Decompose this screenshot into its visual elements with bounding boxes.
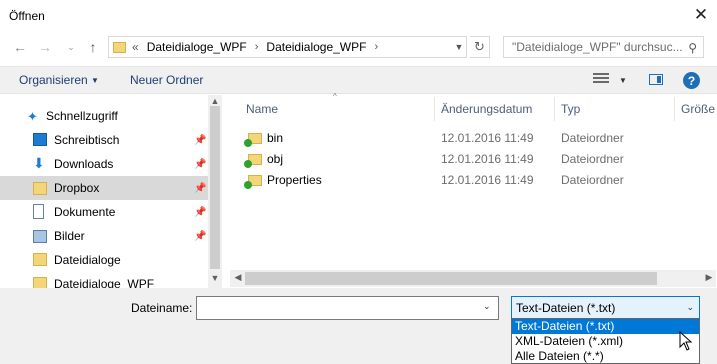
- file-row[interactable]: obj 12.01.2016 11:49 Dateiordner: [230, 149, 700, 170]
- organize-button[interactable]: Organisieren: [19, 73, 88, 87]
- dropbox-folder-icon: [33, 182, 47, 195]
- view-options-icon[interactable]: [593, 73, 609, 85]
- file-type-dropdown: Text-Dateien (*.txt) XML-Dateien (*.xml)…: [511, 318, 700, 364]
- scroll-down-icon[interactable]: ▼: [208, 273, 222, 283]
- scroll-up-icon[interactable]: ▲: [208, 96, 222, 106]
- file-type-option[interactable]: Text-Dateien (*.txt): [512, 319, 699, 334]
- column-header-size[interactable]: Größe: [681, 102, 715, 116]
- chevron-down-icon[interactable]: ▼: [619, 76, 627, 85]
- recent-locations-chevron-icon[interactable]: ⌄: [64, 38, 78, 56]
- file-name: obj: [267, 152, 284, 166]
- sidebar-item-dateidialoge[interactable]: Dateidialoge: [0, 248, 208, 272]
- sync-check-icon: [244, 181, 252, 189]
- breadcrumb-item[interactable]: Dateidialoge_WPF: [147, 40, 247, 54]
- sync-check-icon: [244, 139, 252, 147]
- search-input[interactable]: "Dateidialoge_WPF" durchsuc... ⚲: [503, 36, 704, 58]
- sidebar-item-label: Dateidialoge: [54, 253, 121, 267]
- pin-icon[interactable]: 📌: [194, 183, 206, 194]
- scroll-left-icon[interactable]: ◀: [231, 272, 245, 283]
- sidebar-item-downloads[interactable]: ⬇ Downloads 📌: [0, 152, 208, 176]
- sidebar-item-pictures[interactable]: Bilder 📌: [0, 224, 208, 248]
- file-date: 12.01.2016 11:49: [441, 152, 534, 166]
- folder-icon: [33, 253, 47, 266]
- chevron-down-icon[interactable]: ⌄: [686, 302, 694, 313]
- file-name: bin: [267, 131, 284, 145]
- desktop-icon: [33, 133, 47, 146]
- sidebar-item-label: Schreibtisch: [54, 133, 120, 147]
- horizontal-scroll-thumb[interactable]: [245, 272, 657, 285]
- sidebar-item-dateidialoge-wpf[interactable]: Dateidialoge_WPF: [0, 272, 208, 288]
- file-type-option[interactable]: Alle Dateien (*.*): [512, 349, 699, 364]
- breadcrumb-item[interactable]: Dateidialoge_WPF: [266, 40, 366, 54]
- sidebar-item-documents[interactable]: Dokumente 📌: [0, 200, 208, 224]
- column-divider[interactable]: [554, 97, 555, 121]
- sidebar-item-label: Dateidialoge_WPF: [54, 277, 155, 288]
- title-bar: [0, 0, 717, 31]
- new-folder-button[interactable]: Neuer Ordner: [130, 73, 203, 87]
- sidebar-item-quick-access[interactable]: ✦ Schnellzugriff: [0, 104, 208, 128]
- filename-label: Dateiname:: [131, 301, 193, 315]
- file-type-select[interactable]: Text-Dateien (*.txt) ⌄: [511, 296, 700, 319]
- command-bar: [0, 66, 717, 94]
- sidebar-scroll-thumb[interactable]: [210, 106, 220, 269]
- folder-icon: [33, 277, 47, 288]
- column-divider[interactable]: [674, 97, 675, 121]
- sidebar-item-label: Downloads: [54, 157, 114, 171]
- file-type: Dateiordner: [561, 131, 624, 145]
- sidebar-item-desktop[interactable]: Schreibtisch 📌: [0, 128, 208, 152]
- chevron-right-icon[interactable]: ›: [255, 41, 259, 53]
- search-icon[interactable]: ⚲: [688, 41, 697, 55]
- mouse-cursor-icon: [679, 331, 693, 351]
- search-placeholder: "Dateidialoge_WPF" durchsuc...: [512, 40, 683, 54]
- close-icon[interactable]: ✕: [690, 4, 712, 26]
- navigation-pane: ✦ Schnellzugriff Schreibtisch 📌 ⬇ Downlo…: [0, 95, 222, 288]
- sidebar-item-label: Dropbox: [54, 181, 100, 195]
- refresh-icon[interactable]: ↻: [470, 36, 490, 58]
- pin-icon[interactable]: 📌: [194, 159, 206, 170]
- chevron-down-icon[interactable]: ⌄: [483, 301, 491, 312]
- back-arrow-icon[interactable]: ←: [11, 38, 29, 56]
- forward-arrow-icon[interactable]: →: [36, 38, 54, 56]
- file-type: Dateiordner: [561, 173, 624, 187]
- document-icon: [33, 204, 44, 219]
- sidebar-item-dropbox[interactable]: Dropbox 📌: [0, 176, 208, 200]
- pin-icon[interactable]: 📌: [194, 207, 206, 218]
- chevron-down-icon[interactable]: ▼: [91, 76, 99, 85]
- column-header-name[interactable]: Name: [246, 102, 278, 116]
- window-title: Öffnen: [9, 9, 45, 23]
- scroll-right-icon[interactable]: ▶: [702, 272, 716, 283]
- column-divider[interactable]: [434, 97, 435, 121]
- help-icon[interactable]: ?: [683, 72, 700, 89]
- file-date: 12.01.2016 11:49: [441, 173, 534, 187]
- folder-icon: [113, 41, 126, 53]
- up-arrow-icon[interactable]: ↑: [84, 38, 102, 56]
- chevron-right-icon[interactable]: ›: [374, 41, 378, 53]
- sync-check-icon: [244, 160, 252, 168]
- address-dropdown-icon[interactable]: ▼: [452, 40, 466, 54]
- sidebar-item-label: Schnellzugriff: [46, 109, 118, 123]
- sidebar-item-label: Bilder: [54, 229, 85, 243]
- address-bar[interactable]: « Dateidialoge_WPF › Dateidialoge_WPF ›: [108, 36, 467, 58]
- star-icon: ✦: [27, 109, 38, 124]
- file-type-option[interactable]: XML-Dateien (*.xml): [512, 334, 699, 349]
- pictures-icon: [33, 230, 47, 243]
- preview-pane-icon[interactable]: [649, 74, 663, 85]
- file-row[interactable]: bin 12.01.2016 11:49 Dateiordner: [230, 128, 700, 149]
- download-icon: ⬇: [33, 155, 45, 171]
- column-header-date[interactable]: Änderungsdatum: [441, 102, 532, 116]
- file-type-selected: Text-Dateien (*.txt): [516, 300, 616, 315]
- file-type: Dateiordner: [561, 152, 624, 166]
- file-row[interactable]: Properties 12.01.2016 11:49 Dateiordner: [230, 170, 700, 191]
- pin-icon[interactable]: 📌: [194, 135, 206, 146]
- sidebar-item-label: Dokumente: [54, 205, 116, 219]
- pin-icon[interactable]: 📌: [194, 231, 206, 242]
- column-header-type[interactable]: Typ: [561, 102, 580, 116]
- sort-ascending-icon: ^: [333, 92, 337, 101]
- breadcrumb-overflow[interactable]: «: [132, 40, 139, 54]
- file-date: 12.01.2016 11:49: [441, 131, 534, 145]
- file-name: Properties: [267, 173, 322, 187]
- filename-input[interactable]: [196, 296, 499, 320]
